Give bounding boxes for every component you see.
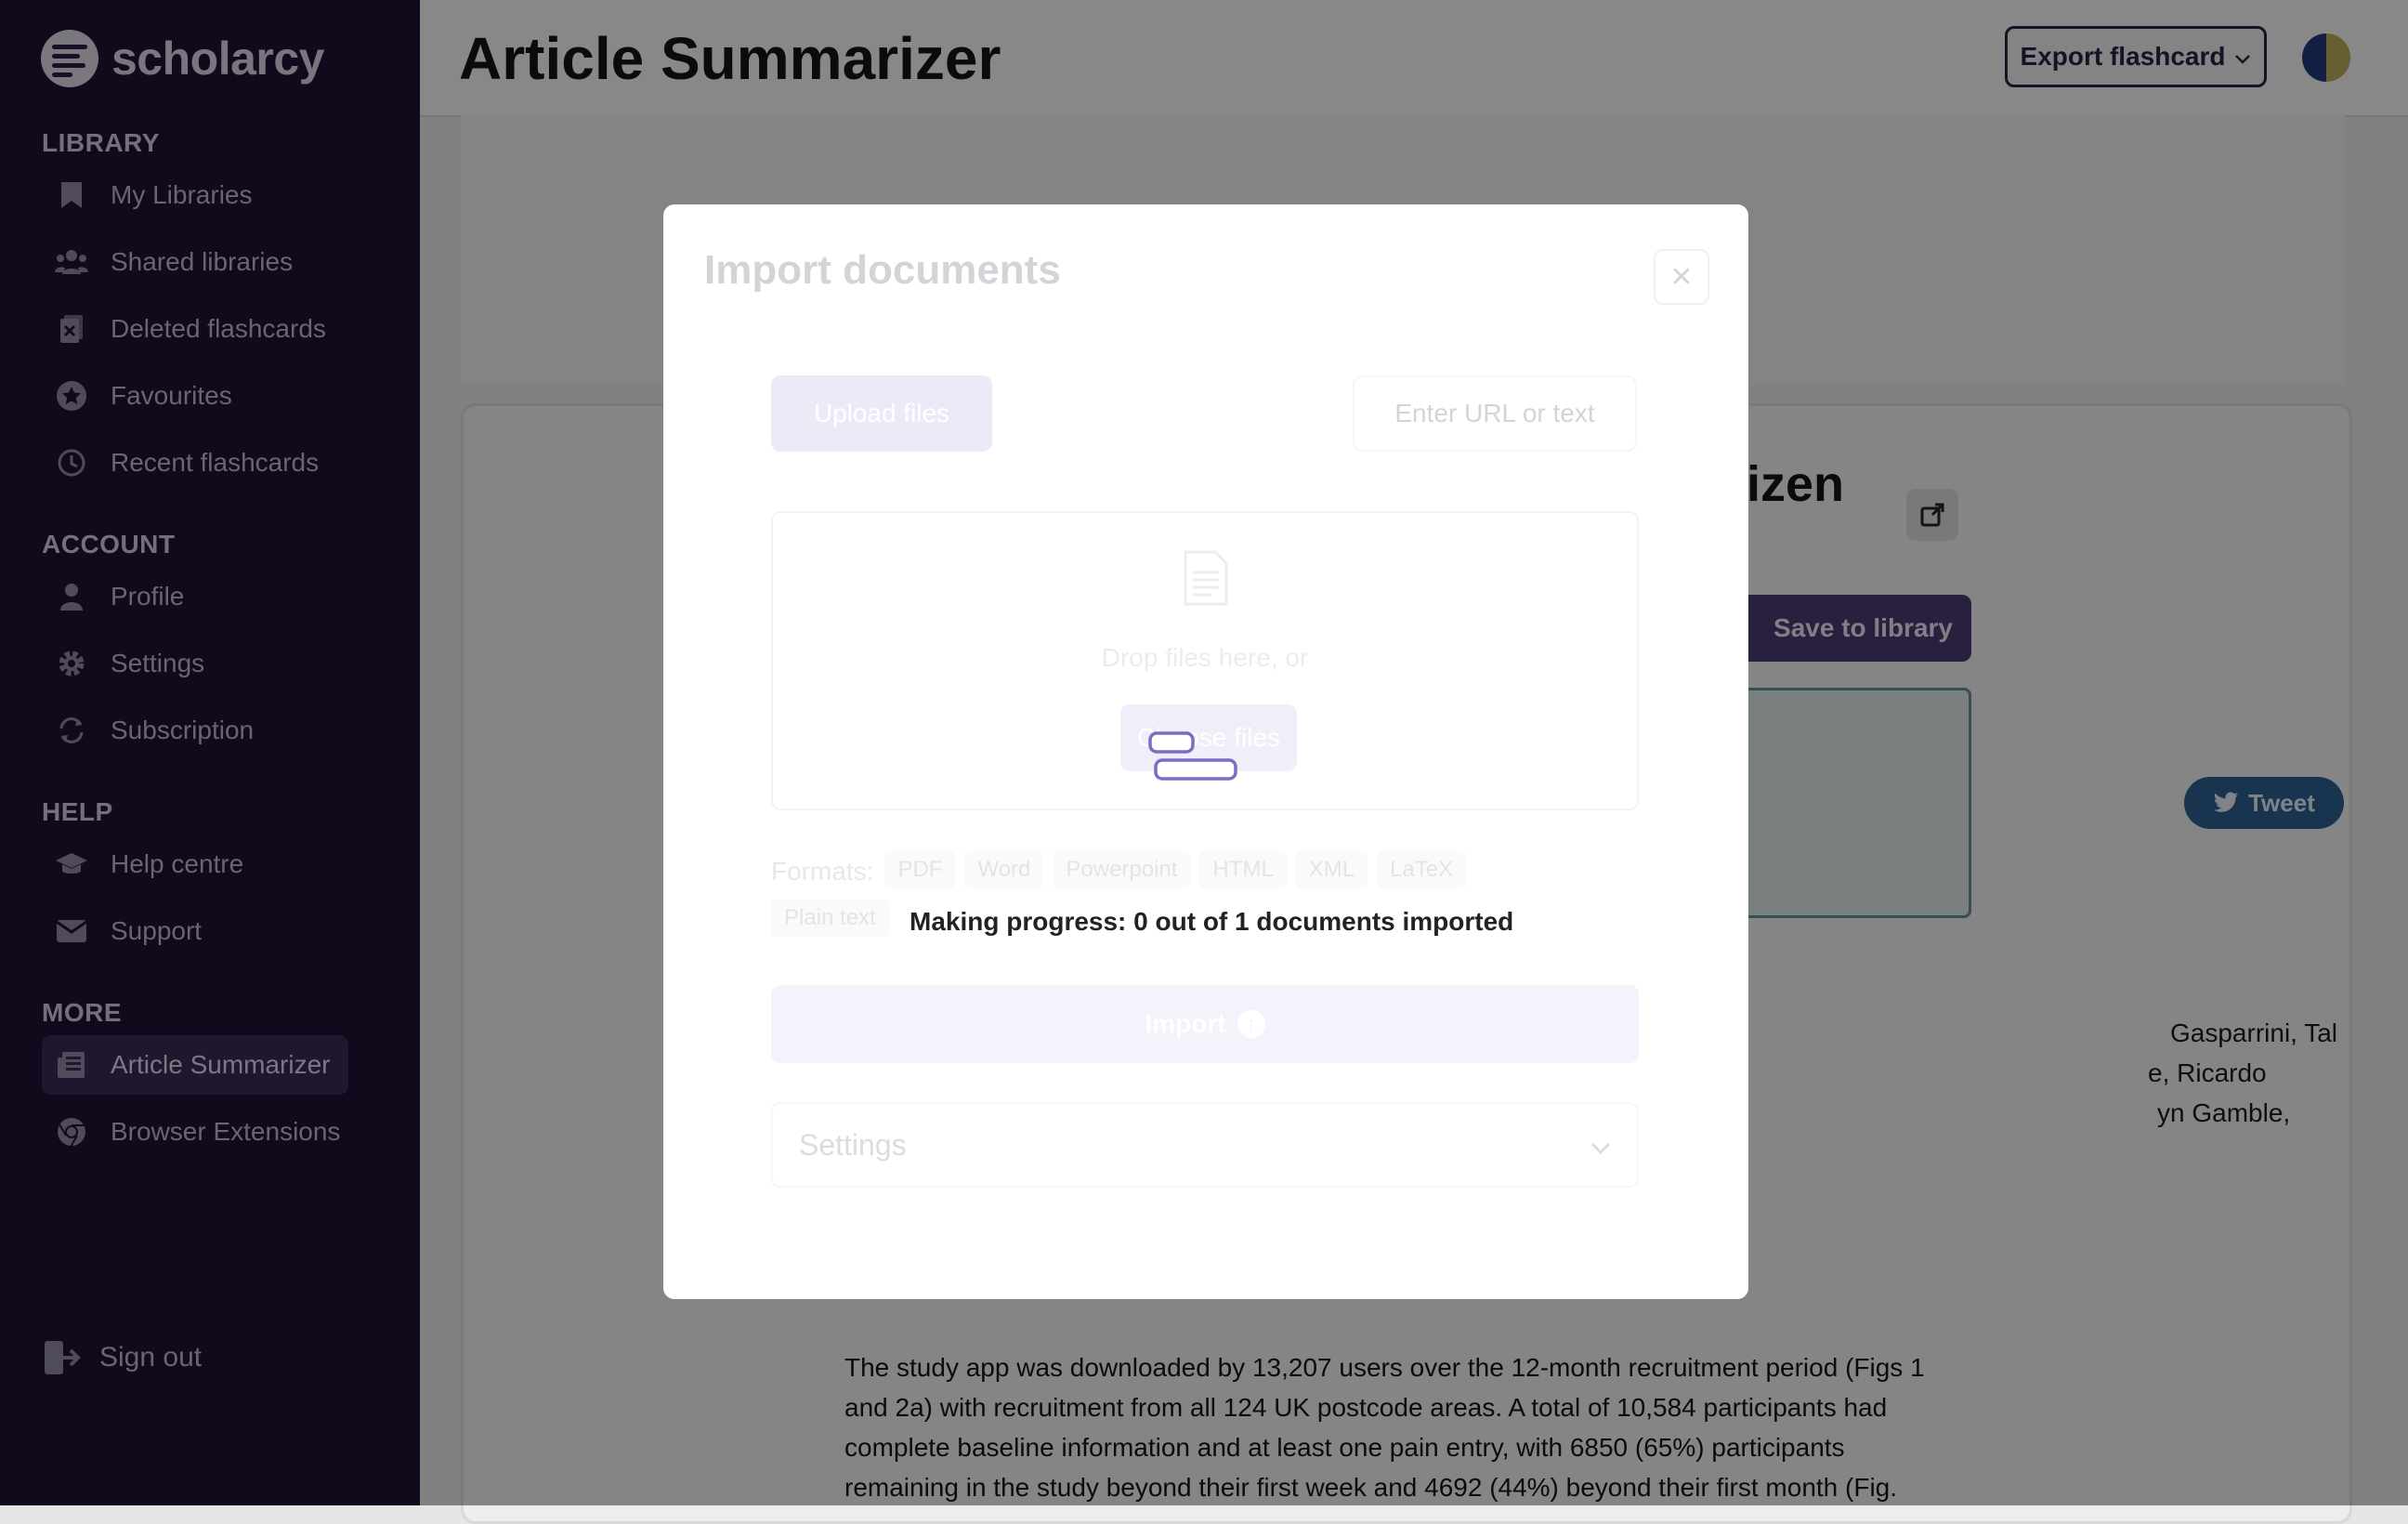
loading-spinner-icon <box>1148 730 1241 791</box>
modal-title: Import documents <box>704 247 1061 293</box>
format-chip: PDF <box>884 851 956 888</box>
chevron-down-icon <box>1590 1128 1611 1163</box>
document-icon <box>1180 550 1232 611</box>
import-button[interactable]: Import ↑ <box>771 985 1639 1063</box>
import-label: Import <box>1145 1009 1226 1038</box>
format-chip: Plain text <box>771 900 889 937</box>
arrow-up-icon: ↑ <box>1237 1010 1265 1038</box>
format-chip: XML <box>1295 851 1368 888</box>
format-chip: Word <box>964 851 1044 888</box>
tab-upload-files[interactable]: Upload files <box>771 375 992 452</box>
formats-label: Formats: <box>771 857 874 886</box>
close-icon[interactable]: ✕ <box>1654 249 1709 305</box>
format-chip: Powerpoint <box>1053 851 1191 888</box>
settings-accordion-label: Settings <box>799 1127 907 1162</box>
url-or-text-input[interactable]: Enter URL or text <box>1353 375 1637 452</box>
format-chip: LaTeX <box>1377 851 1467 888</box>
import-progress-text: Making progress: 0 out of 1 documents im… <box>910 907 1514 936</box>
format-chip: HTML <box>1199 851 1287 888</box>
import-documents-modal: Import documents ✕ Upload files Enter UR… <box>663 204 1748 1299</box>
settings-accordion[interactable]: Settings <box>771 1102 1639 1188</box>
drop-files-text: Drop files here, or <box>1101 643 1309 672</box>
